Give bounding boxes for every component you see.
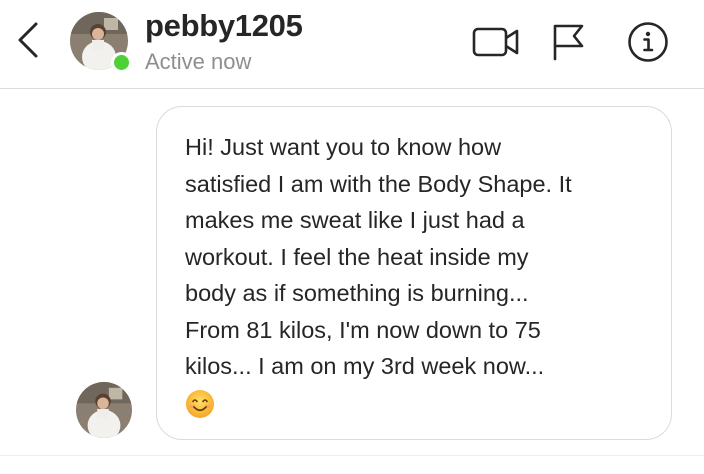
info-icon	[628, 22, 668, 62]
flag-icon	[553, 24, 584, 61]
header-divider	[0, 88, 704, 89]
video-call-button[interactable]	[468, 22, 524, 62]
username[interactable]: pebby1205	[145, 8, 303, 44]
chat-header: pebby1205 Active now	[0, 0, 704, 88]
info-button[interactable]	[626, 22, 670, 62]
report-button[interactable]	[548, 22, 588, 62]
sender-avatar[interactable]	[76, 382, 132, 438]
message-text: Hi! Just want you to know how satisfied …	[185, 134, 572, 379]
online-indicator	[111, 52, 132, 73]
composer-edge	[0, 455, 704, 456]
message-bubble[interactable]: Hi! Just want you to know how satisfied …	[156, 106, 672, 440]
back-button[interactable]	[10, 20, 46, 60]
chevron-left-icon	[18, 22, 38, 58]
smiling-face-emoji-icon	[186, 389, 214, 418]
active-status: Active now	[145, 49, 252, 74]
video-camera-icon	[472, 27, 519, 57]
